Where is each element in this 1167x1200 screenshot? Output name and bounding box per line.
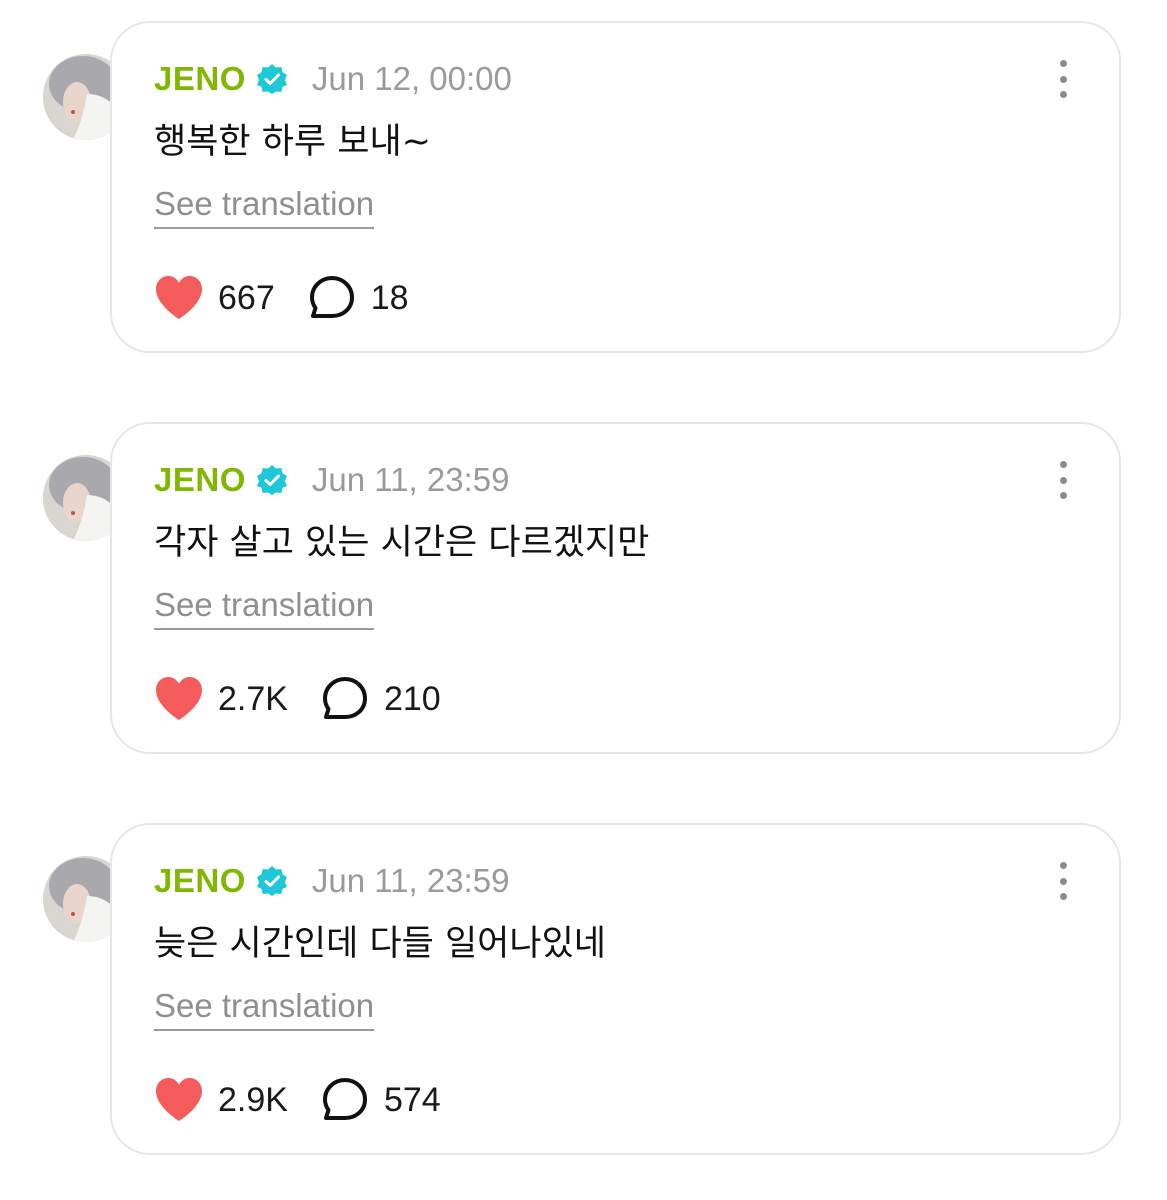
heart-icon bbox=[156, 276, 202, 319]
like-count: 667 bbox=[218, 278, 275, 317]
like-count: 2.7K bbox=[218, 679, 288, 718]
post-card-body: JENO Jun 12, 00:00 행복한 하루 보내~ See transl… bbox=[110, 21, 1121, 353]
like-button[interactable]: 2.9K bbox=[154, 1077, 288, 1123]
see-translation-link[interactable]: See translation bbox=[154, 185, 375, 229]
verified-badge-icon bbox=[256, 63, 288, 95]
post-timestamp: Jun 11, 23:59 bbox=[311, 862, 510, 899]
post-header: JENO Jun 11, 23:59 bbox=[154, 458, 509, 502]
author-name[interactable]: JENO bbox=[154, 862, 246, 900]
comment-bubble-icon bbox=[322, 1078, 367, 1120]
verified-badge-icon bbox=[256, 464, 288, 496]
author-name[interactable]: JENO bbox=[154, 60, 246, 98]
see-translation-link[interactable]: See translation bbox=[154, 586, 375, 630]
verified-badge-icon bbox=[256, 865, 288, 897]
post-text: 각자 살고 있는 시간은 다르겠지만 bbox=[154, 523, 650, 563]
post-actions: 2.7K 210 bbox=[154, 676, 441, 722]
author-name[interactable]: JENO bbox=[154, 461, 246, 499]
post-card: JENO Jun 11, 23:59 각자 살고 있는 시간은 다르겠지만 Se… bbox=[0, 422, 1167, 758]
comment-bubble-icon bbox=[322, 677, 367, 719]
comment-count: 18 bbox=[370, 278, 409, 317]
like-button[interactable]: 667 bbox=[154, 275, 275, 321]
post-card: JENO Jun 11, 23:59 늦은 시간인데 다들 일어나있네 See … bbox=[0, 823, 1167, 1159]
post-text: 행복한 하루 보내~ bbox=[154, 122, 431, 162]
post-card: JENO Jun 12, 00:00 행복한 하루 보내~ See transl… bbox=[0, 21, 1167, 357]
post-text: 늦은 시간인데 다들 일어나있네 bbox=[154, 924, 606, 964]
comment-count: 574 bbox=[383, 1080, 441, 1119]
post-actions: 667 18 bbox=[154, 275, 409, 321]
more-vertical-icon[interactable] bbox=[1057, 862, 1069, 900]
see-translation-link[interactable]: See translation bbox=[154, 987, 375, 1031]
post-header: JENO Jun 12, 00:00 bbox=[154, 57, 512, 101]
post-card-body: JENO Jun 11, 23:59 각자 살고 있는 시간은 다르겠지만 Se… bbox=[110, 422, 1121, 754]
post-timestamp: Jun 11, 23:59 bbox=[311, 461, 510, 498]
post-actions: 2.9K 574 bbox=[154, 1077, 441, 1123]
comment-button[interactable]: 210 bbox=[322, 676, 441, 722]
more-vertical-icon[interactable] bbox=[1057, 461, 1069, 499]
heart-icon bbox=[156, 1078, 202, 1121]
comment-button[interactable]: 18 bbox=[309, 275, 409, 321]
like-button[interactable]: 2.7K bbox=[154, 676, 288, 722]
comment-button[interactable]: 574 bbox=[322, 1077, 441, 1123]
post-card-body: JENO Jun 11, 23:59 늦은 시간인데 다들 일어나있네 See … bbox=[110, 823, 1121, 1155]
comment-count: 210 bbox=[383, 679, 441, 718]
post-timestamp: Jun 12, 00:00 bbox=[311, 60, 512, 97]
comment-bubble-icon bbox=[309, 276, 354, 318]
heart-icon bbox=[156, 677, 202, 720]
like-count: 2.9K bbox=[218, 1080, 288, 1119]
more-vertical-icon[interactable] bbox=[1057, 60, 1069, 98]
post-header: JENO Jun 11, 23:59 bbox=[154, 859, 509, 903]
